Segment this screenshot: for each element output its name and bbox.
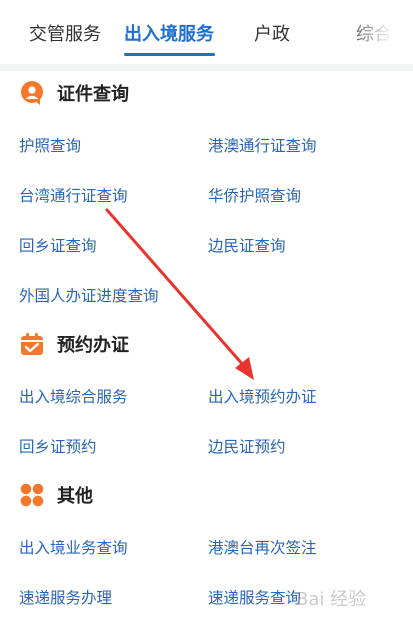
link-hk-macau-permit-query[interactable]: 港澳通行证查询 [208,134,317,156]
section-header-other: 其他 [19,480,93,510]
link-home-return-permit-query[interactable]: 回乡证查询 [19,234,97,256]
active-tab-indicator [124,53,215,56]
link-courier-service-apply[interactable]: 速递服务办理 [19,586,112,608]
tab-household[interactable]: 户政 [254,20,290,46]
section-divider [0,64,413,71]
link-exit-entry-appointment[interactable]: 出入境预约办证 [208,385,317,407]
tab-exit-entry-services[interactable]: 出入境服务 [124,20,214,46]
link-hmt-re-endorsement[interactable]: 港澳台再次签注 [208,536,317,558]
link-taiwan-permit-query[interactable]: 台湾通行证查询 [19,184,128,206]
tab-traffic-services[interactable]: 交管服务 [29,20,101,46]
link-overseas-chinese-passport-query[interactable]: 华侨护照查询 [208,184,301,206]
tab-general[interactable]: 综合 [356,20,392,46]
link-exit-entry-comprehensive[interactable]: 出入境综合服务 [19,385,128,407]
link-exit-entry-business-query[interactable]: 出入境业务查询 [19,536,128,558]
link-courier-service-query[interactable]: 速递服务查询 [208,586,301,608]
tab-bar: 交管服务 出入境服务 户政 综合 [0,0,413,64]
link-border-resident-permit-query[interactable]: 边民证查询 [208,234,286,256]
link-border-resident-appointment[interactable]: 边民证预约 [208,435,286,457]
section-header-document-query: 证件查询 [19,78,129,108]
section-title: 预约办证 [57,335,129,356]
link-foreigner-progress-query[interactable]: 外国人办证进度查询 [19,284,159,306]
section-header-appointment: 预约办证 [19,329,129,359]
watermark-text: Bai 经验 [296,589,367,610]
calendar-icon [19,331,45,357]
link-home-return-appointment[interactable]: 回乡证预约 [19,435,97,457]
section-title: 其他 [57,486,93,507]
document-search-icon [19,80,45,106]
section-title: 证件查询 [57,84,129,105]
link-passport-query[interactable]: 护照查询 [19,134,81,156]
grid-icon [19,482,45,508]
